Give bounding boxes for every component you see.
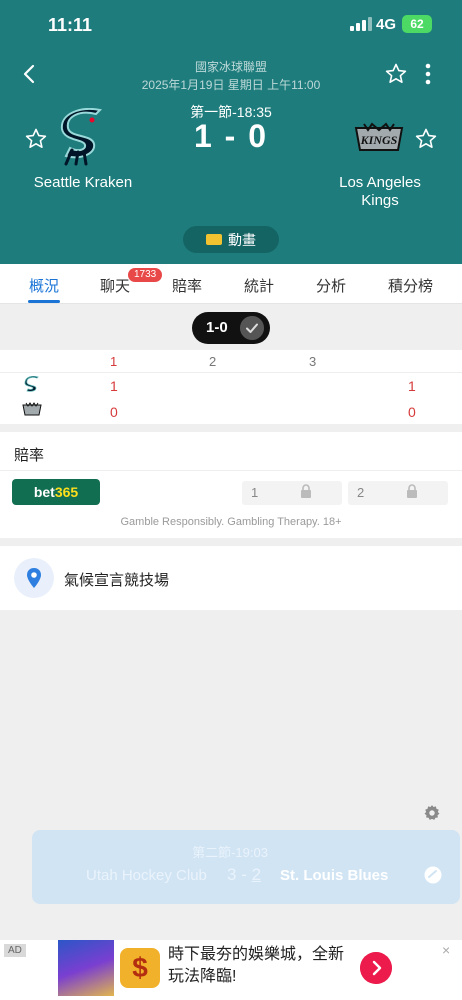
away-total-score: 0 <box>408 404 416 420</box>
other-match-away-team: St. Louis Blues <box>280 867 389 884</box>
favorite-home-star-icon[interactable] <box>24 127 48 151</box>
animation-label: 動畫 <box>228 231 256 248</box>
home-total-score: 1 <box>408 378 416 394</box>
location-pin-icon <box>14 558 54 598</box>
status-bar: 11:11 4G 62 <box>0 0 462 52</box>
check-icon <box>240 316 264 340</box>
home-team-name[interactable]: Seattle Kraken <box>22 174 144 191</box>
battery-indicator: 62 <box>402 15 432 33</box>
kraken-mini-logo-icon <box>24 376 39 392</box>
odds-option-2: 2 <box>357 485 365 500</box>
bookmaker-name-part1: bet <box>33 484 55 500</box>
favorite-away-star-icon[interactable] <box>414 127 438 151</box>
away-team-name[interactable]: Los Angeles Kings <box>328 174 432 210</box>
close-ad-icon[interactable]: × <box>442 942 450 958</box>
ad-app-icon[interactable]: $ <box>120 948 160 988</box>
svg-text:KINGS: KINGS <box>360 133 398 147</box>
odds-option-1: 1 <box>251 485 259 500</box>
ad-label: AD <box>4 944 26 957</box>
venue-name: 氣候宣言競技場 <box>64 572 170 589</box>
bet365-logo[interactable]: bet365 <box>12 479 100 505</box>
divider <box>0 372 462 373</box>
animation-button[interactable]: 動畫 <box>183 226 279 253</box>
kraken-logo-icon[interactable] <box>56 108 108 166</box>
period-1-header: 1 <box>110 354 118 369</box>
chevron-right-icon[interactable] <box>360 952 392 984</box>
other-match-score: 3 - 2 <box>227 865 261 885</box>
bookmaker-name-part2: 365 <box>54 484 79 500</box>
away-period-1-score: 0 <box>110 404 118 420</box>
score-toggle[interactable]: 1-0 <box>192 312 270 344</box>
kings-mini-logo-icon <box>22 402 42 416</box>
venue-row[interactable]: 氣候宣言競技場 <box>0 546 462 610</box>
more-options-icon[interactable] <box>420 62 436 86</box>
ad-text[interactable]: 時下最夯的娛樂城，全新玩法降臨! <box>168 944 358 988</box>
other-match-period: 第二節-19:03 <box>192 845 268 860</box>
rink-icon <box>206 234 222 245</box>
ad-banner[interactable]: AD $ 時下最夯的娛樂城，全新玩法降臨! × <box>0 940 462 1000</box>
divider <box>0 470 462 471</box>
network-type: 4G <box>376 16 397 33</box>
tab-chat[interactable]: 聊天 <box>100 275 130 296</box>
tab-odds[interactable]: 賠率 <box>172 275 202 296</box>
tab-standings[interactable]: 積分榜 <box>388 275 433 296</box>
period-2-header: 2 <box>209 354 217 369</box>
score-toggle-label: 1-0 <box>206 319 228 336</box>
period-scoreboard: 1 2 3 1 1 0 0 <box>0 350 462 424</box>
signal-icon <box>350 17 372 31</box>
tab-stats[interactable]: 統計 <box>244 275 274 296</box>
match-header: 11:11 4G 62 國家冰球聯盟 2025年1月19日 星期日 上午11:0… <box>0 0 462 264</box>
tab-bar: 概況 聊天 1733 賠率 統計 分析 積分榜 <box>0 264 462 304</box>
other-match-score-separator: - <box>236 865 252 884</box>
kings-logo-icon[interactable]: KINGS <box>352 122 406 156</box>
odds-section: 賠率 bet365 1 2 Gamble Responsibly. Gambli… <box>0 432 462 538</box>
clock: 11:11 <box>48 15 93 35</box>
active-tab-indicator <box>28 300 60 303</box>
puck-icon <box>424 866 442 884</box>
ad-image[interactable] <box>58 940 114 996</box>
star-icon[interactable] <box>384 62 408 86</box>
home-period-1-score: 1 <box>110 378 118 394</box>
other-match-away-score: 2 <box>251 865 262 884</box>
gear-icon[interactable] <box>423 804 441 822</box>
lock-icon <box>407 484 417 498</box>
chat-count-badge: 1733 <box>128 268 163 282</box>
gamble-disclaimer[interactable]: Gamble Responsibly. Gambling Therapy. 18… <box>0 516 462 528</box>
period-3-header: 3 <box>309 354 317 369</box>
odds-title: 賠率 <box>14 447 45 464</box>
tab-overview[interactable]: 概況 <box>29 275 59 296</box>
other-match-home-team: Utah Hockey Club <box>86 867 207 884</box>
other-live-match-card[interactable]: 第二節-19:03 Utah Hockey Club 3 - 2 St. Lou… <box>32 830 460 904</box>
tab-analysis[interactable]: 分析 <box>316 275 346 296</box>
lock-icon <box>301 484 311 498</box>
